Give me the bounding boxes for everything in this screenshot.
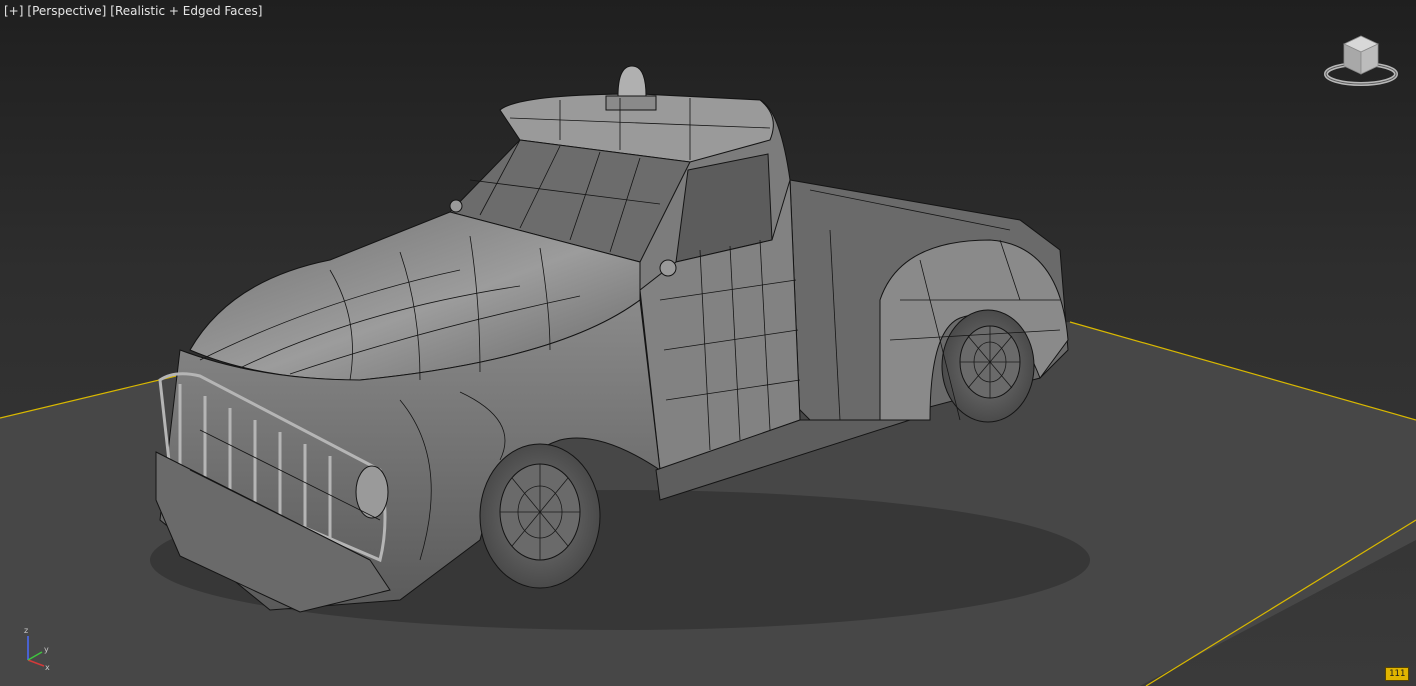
axis-tripod: z x y: [24, 626, 50, 672]
viewport-scene[interactable]: [0, 0, 1416, 686]
left-mirror: [449, 199, 463, 213]
axis-x-line: [27, 659, 45, 667]
viewcube[interactable]: [1322, 30, 1400, 90]
viewport-menu-button[interactable]: [+]: [4, 4, 23, 18]
viewport-shading-button[interactable]: [Realistic + Edged Faces]: [110, 4, 262, 18]
side-mirror: [659, 259, 677, 277]
viewport-label: [+] [Perspective] [Realistic + Edged Faces…: [4, 4, 262, 18]
axis-z-label: z: [24, 626, 28, 635]
axis-x-label: x: [45, 663, 50, 672]
roof-beacon: [617, 65, 647, 97]
perspective-viewport[interactable]: [+] [Perspective] [Realistic + Edged Faces…: [0, 0, 1416, 686]
axis-y-label: y: [44, 645, 49, 654]
viewport-view-button[interactable]: [Perspective]: [27, 4, 106, 18]
axis-y-line: [27, 651, 43, 661]
front-wheel-spokes: [500, 464, 580, 560]
roof-beacon-base: [605, 95, 657, 111]
status-badge: 111: [1385, 667, 1410, 681]
rear-wheel-spokes: [960, 326, 1020, 398]
